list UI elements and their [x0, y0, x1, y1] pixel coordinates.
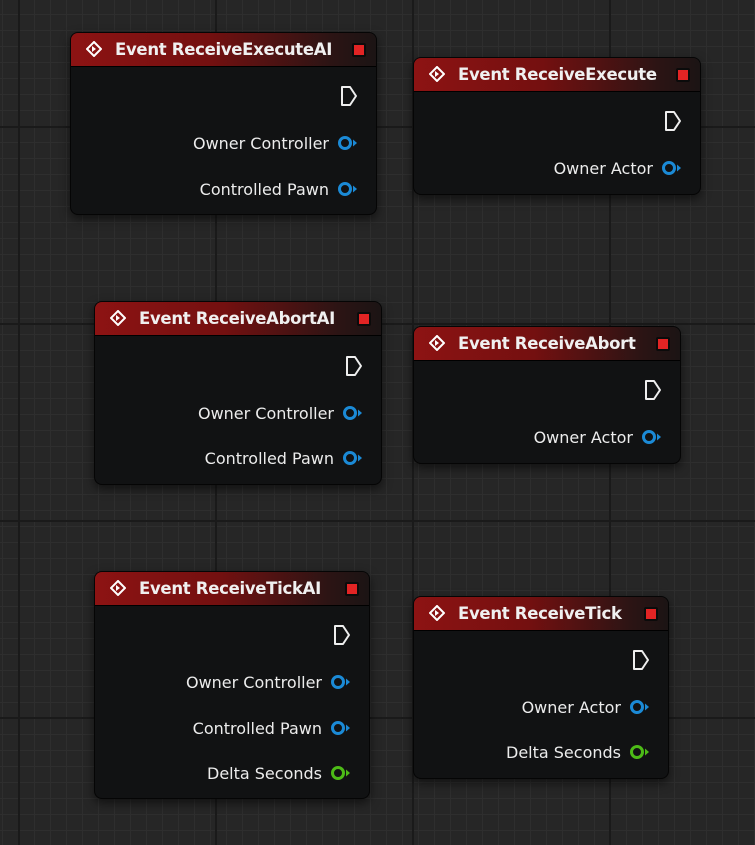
pin-row-owner-controller[interactable]: Owner Controller	[198, 402, 364, 424]
node-title: Event ReceiveExecuteAI	[115, 40, 333, 59]
pin-row-owner-actor[interactable]: Owner Actor	[522, 696, 651, 718]
object-pin-icon[interactable]	[337, 181, 359, 197]
pin-row-delta-seconds[interactable]: Delta Seconds	[506, 741, 651, 763]
pin-row-delta-seconds[interactable]: Delta Seconds	[207, 762, 352, 784]
event-node-receive-tick[interactable]: Event ReceiveTick Owner Actor Delta Seco…	[413, 596, 669, 779]
node-title: Event ReceiveExecute	[458, 65, 657, 84]
pin-label: Owner Actor	[533, 427, 633, 447]
event-node-receive-execute[interactable]: Event ReceiveExecute Owner Actor	[413, 57, 701, 195]
event-icon	[429, 66, 445, 82]
object-pin-icon[interactable]	[342, 450, 364, 466]
pin-row-owner-actor[interactable]: Owner Actor	[534, 426, 663, 448]
close-icon[interactable]	[676, 68, 690, 82]
object-pin-icon[interactable]	[330, 720, 352, 736]
node-title: Event ReceiveTick	[458, 604, 622, 623]
event-node-receive-tick-ai[interactable]: Event ReceiveTickAI Owner Controller Con…	[94, 571, 370, 799]
event-icon	[86, 41, 102, 57]
pin-label: Owner Controller	[192, 133, 329, 153]
exec-output-pin-icon[interactable]	[340, 85, 358, 107]
close-icon[interactable]	[352, 43, 366, 57]
exec-output-pin-icon[interactable]	[632, 649, 650, 671]
node-title: Event ReceiveTickAI	[139, 579, 321, 598]
float-pin-icon[interactable]	[629, 744, 651, 760]
exec-output-pin-icon[interactable]	[345, 355, 363, 377]
pin-row-owner-controller[interactable]: Owner Controller	[186, 671, 352, 693]
pin-label: Controlled Pawn	[192, 718, 322, 738]
event-icon	[429, 605, 445, 621]
pin-label: Owner Actor	[553, 158, 653, 178]
node-header[interactable]: Event ReceiveExecuteAI	[71, 33, 376, 67]
exec-output-pin-icon[interactable]	[644, 379, 662, 401]
pin-label: Controlled Pawn	[204, 448, 334, 468]
node-header[interactable]: Event ReceiveExecute	[414, 58, 700, 92]
float-pin-icon[interactable]	[330, 765, 352, 781]
pin-row-controlled-pawn[interactable]: Controlled Pawn	[205, 447, 364, 469]
pin-label: Delta Seconds	[207, 763, 322, 783]
object-pin-icon[interactable]	[330, 674, 352, 690]
exec-output-pin-icon[interactable]	[333, 624, 351, 646]
event-node-receive-abort-ai[interactable]: Event ReceiveAbortAI Owner Controller Co…	[94, 301, 382, 485]
event-node-receive-execute-ai[interactable]: Event ReceiveExecuteAI Owner Controller …	[70, 32, 377, 215]
node-header[interactable]: Event ReceiveTick	[414, 597, 668, 631]
close-icon[interactable]	[357, 312, 371, 326]
object-pin-icon[interactable]	[342, 405, 364, 421]
event-node-receive-abort[interactable]: Event ReceiveAbort Owner Actor	[413, 326, 681, 464]
pin-label: Controlled Pawn	[199, 179, 329, 199]
pin-row-controlled-pawn[interactable]: Controlled Pawn	[193, 717, 352, 739]
pin-label: Owner Controller	[197, 403, 334, 423]
close-icon[interactable]	[345, 582, 359, 596]
node-title: Event ReceiveAbort	[458, 334, 636, 353]
object-pin-icon[interactable]	[641, 429, 663, 445]
close-icon[interactable]	[644, 607, 658, 621]
node-header[interactable]: Event ReceiveTickAI	[95, 572, 369, 606]
object-pin-icon[interactable]	[661, 160, 683, 176]
pin-label: Delta Seconds	[506, 742, 621, 762]
exec-output-pin-icon[interactable]	[664, 110, 682, 132]
pin-row-owner-controller[interactable]: Owner Controller	[193, 132, 359, 154]
pin-row-owner-actor[interactable]: Owner Actor	[554, 157, 683, 179]
object-pin-icon[interactable]	[629, 699, 651, 715]
event-icon	[429, 335, 445, 351]
pin-row-controlled-pawn[interactable]: Controlled Pawn	[200, 178, 359, 200]
pin-label: Owner Controller	[185, 672, 322, 692]
close-icon[interactable]	[656, 337, 670, 351]
event-icon	[110, 310, 126, 326]
pin-label: Owner Actor	[521, 697, 621, 717]
object-pin-icon[interactable]	[337, 135, 359, 151]
node-header[interactable]: Event ReceiveAbort	[414, 327, 680, 361]
event-icon	[110, 580, 126, 596]
node-header[interactable]: Event ReceiveAbortAI	[95, 302, 381, 336]
node-title: Event ReceiveAbortAI	[139, 309, 335, 328]
